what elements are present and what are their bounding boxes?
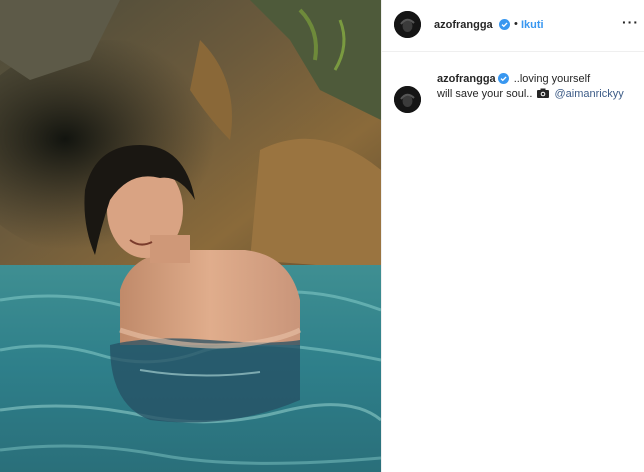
more-options-icon[interactable]: ···	[622, 14, 639, 30]
post-photo[interactable]	[0, 0, 381, 472]
verified-badge-icon	[497, 73, 509, 84]
mention-link[interactable]: @aimanrickyy	[555, 88, 624, 100]
caption-line-2: will save your soul..	[437, 88, 533, 100]
post-header: azofrangga • Ikuti ···	[382, 0, 644, 52]
avatar[interactable]	[394, 11, 421, 38]
verified-badge-icon	[499, 19, 510, 30]
post-sidebar: azofrangga • Ikuti ··· azofrangga ..lovi…	[382, 0, 644, 472]
camera-icon	[537, 88, 550, 98]
header-username[interactable]: azofrangga	[434, 19, 493, 31]
separator-dot: •	[514, 18, 518, 30]
caption-avatar[interactable]	[394, 86, 421, 113]
caption-line-1: ..loving yourself	[510, 73, 591, 85]
follow-button[interactable]: Ikuti	[521, 19, 544, 31]
caption-text: azofrangga ..loving yourself will save y…	[437, 72, 637, 102]
caption-username[interactable]: azofrangga	[437, 73, 496, 85]
photo-illustration	[0, 0, 381, 472]
post-container: azofrangga • Ikuti ··· azofrangga ..lovi…	[0, 0, 644, 472]
